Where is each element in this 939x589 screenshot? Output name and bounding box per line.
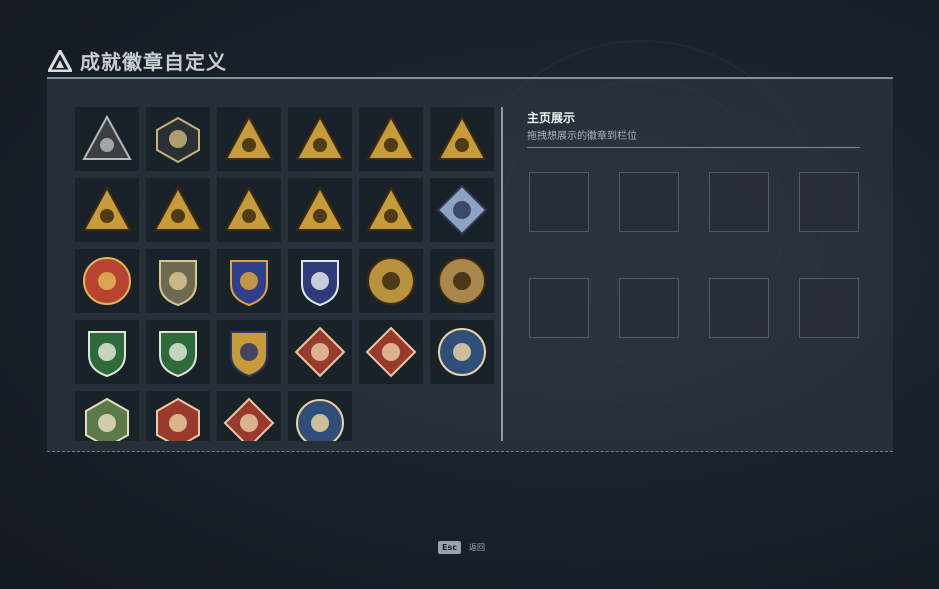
badge-item[interactable] — [288, 320, 352, 384]
green-shield-scope-icon — [88, 331, 126, 378]
badge-item[interactable] — [146, 178, 210, 242]
badge-item[interactable] — [146, 107, 210, 171]
badge-item[interactable] — [288, 249, 352, 313]
badge-item[interactable] — [359, 320, 423, 384]
badge-item[interactable] — [359, 178, 423, 242]
red-diamond-wolf-icon — [294, 326, 346, 378]
gold-triangle-boat-icon — [82, 185, 132, 231]
badge-item[interactable] — [146, 391, 210, 441]
red-diamond-wolf-2-icon — [365, 326, 417, 378]
panel-divider — [501, 107, 503, 441]
gold-triangle-55-icon — [224, 114, 274, 160]
showcase-title: 主页展示 — [527, 111, 576, 125]
badge-item[interactable] — [146, 249, 210, 313]
navy-gold-shield-icon — [230, 260, 268, 307]
gold-triangle-hands-icon — [295, 185, 345, 231]
back-label[interactable]: 返回 — [469, 542, 485, 553]
badge-item[interactable] — [75, 178, 139, 242]
page-title: 成就徽章自定义 — [80, 50, 227, 74]
badge-item[interactable] — [217, 107, 281, 171]
badge-item[interactable] — [288, 391, 352, 441]
badge-item[interactable] — [75, 249, 139, 313]
badge-item[interactable] — [430, 249, 494, 313]
gold-navy-crossed-rifles-icon — [230, 331, 268, 378]
badge-item[interactable] — [75, 107, 139, 171]
red-hexagon-dragon-icon — [156, 397, 200, 441]
showcase-slot[interactable] — [799, 278, 859, 338]
silver-diamond-emblem-icon — [436, 184, 488, 236]
olive-shield-emblem-icon — [159, 260, 197, 307]
footer-hint[interactable]: Esc 返回 — [438, 541, 485, 554]
badge-item[interactable] — [217, 320, 281, 384]
blue-coin-eagle-icon — [438, 328, 486, 376]
page-header: 成就徽章自定义 — [48, 46, 227, 75]
gold-triangle-tower-icon — [295, 114, 345, 160]
badge-item[interactable] — [288, 107, 352, 171]
green-hexagon-beast-icon — [85, 397, 129, 441]
gold-triangle-number-one-icon — [153, 185, 203, 231]
gold-triangle-fortress-icon — [437, 114, 487, 160]
showcase-slot[interactable] — [799, 172, 859, 232]
badge-grid[interactable] — [75, 107, 497, 441]
badge-item[interactable] — [217, 391, 281, 441]
showcase-slot[interactable] — [709, 172, 769, 232]
gold-eye-coin-icon — [438, 257, 486, 305]
gold-skull-coin-icon — [367, 257, 415, 305]
esc-key-icon[interactable]: Esc — [438, 541, 461, 554]
badge-item[interactable] — [359, 107, 423, 171]
showcase-slot[interactable] — [619, 172, 679, 232]
badge-item[interactable] — [217, 249, 281, 313]
badge-item[interactable] — [217, 178, 281, 242]
badge-item[interactable] — [288, 178, 352, 242]
showcase-slot[interactable] — [619, 278, 679, 338]
badge-item[interactable] — [359, 249, 423, 313]
badge-item[interactable] — [430, 178, 494, 242]
helicopter-emblem-icon — [156, 116, 200, 164]
badge-item[interactable] — [430, 107, 494, 171]
blue-coin-wolf-icon — [296, 399, 344, 441]
triangle-logo-icon — [48, 49, 72, 72]
green-shield-scope-2-icon — [159, 331, 197, 378]
red-star-medal-icon — [83, 257, 131, 305]
gold-triangle-figures-icon — [366, 185, 416, 231]
gold-triangle-56-icon — [366, 114, 416, 160]
navy-white-shield-icon — [301, 260, 339, 307]
showcase-slot[interactable] — [529, 278, 589, 338]
badge-item[interactable] — [75, 320, 139, 384]
showcase-slot[interactable] — [529, 172, 589, 232]
showcase-slot[interactable] — [709, 278, 769, 338]
showcase-underline — [527, 147, 860, 148]
badge-item[interactable] — [75, 391, 139, 441]
gold-triangle-runner-icon — [224, 185, 274, 231]
showcase-subtitle: 拖拽想展示的徽章到栏位 — [527, 131, 637, 142]
badge-item[interactable] — [146, 320, 210, 384]
badge-item[interactable] — [430, 320, 494, 384]
dark-triangle-emblem-icon — [82, 114, 132, 160]
badge-customization-panel: 主页展示 拖拽想展示的徽章到栏位 — [47, 77, 893, 452]
red-diamond-soldier-icon — [223, 397, 275, 441]
